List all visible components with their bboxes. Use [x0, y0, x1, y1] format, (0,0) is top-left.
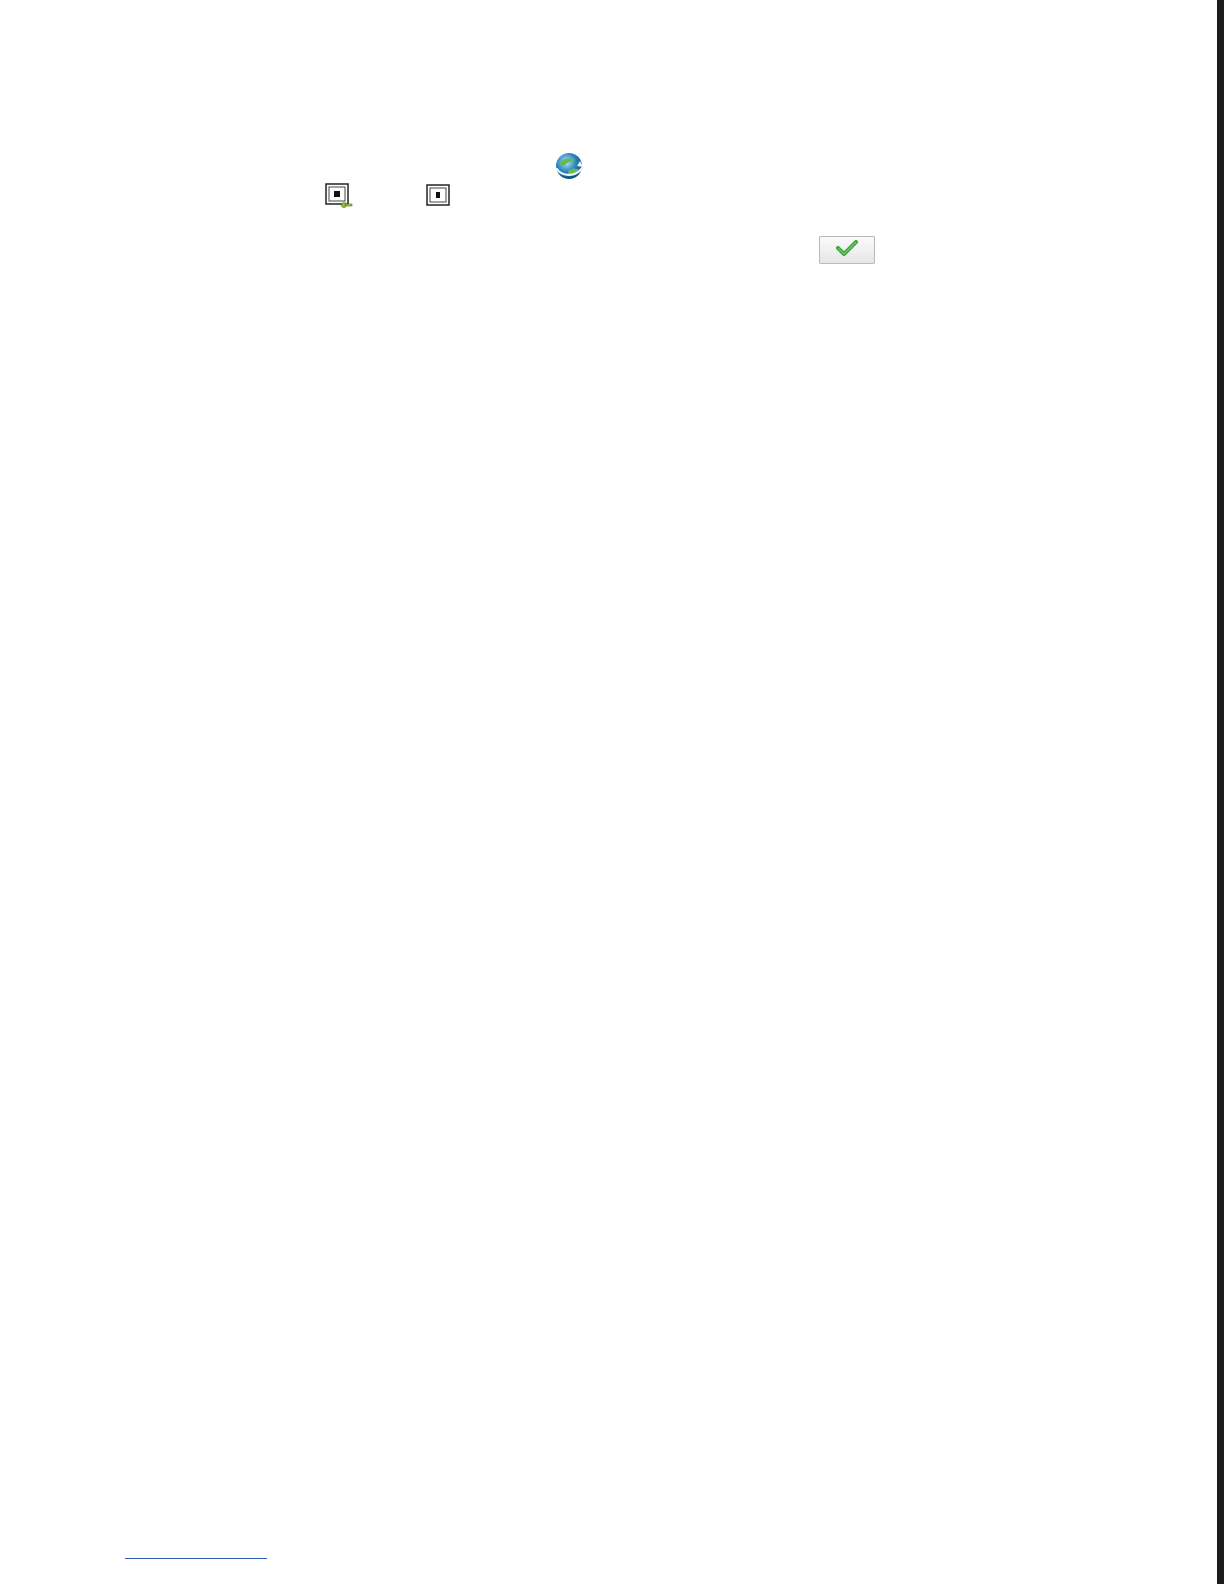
confirm-button[interactable] — [819, 236, 875, 264]
globe-refresh-icon — [553, 150, 585, 182]
window-icon — [426, 184, 450, 206]
footnote-separator — [125, 1558, 267, 1559]
page-edge-bar — [1217, 0, 1224, 1584]
window-key-icon — [325, 183, 353, 209]
check-icon — [835, 239, 859, 262]
